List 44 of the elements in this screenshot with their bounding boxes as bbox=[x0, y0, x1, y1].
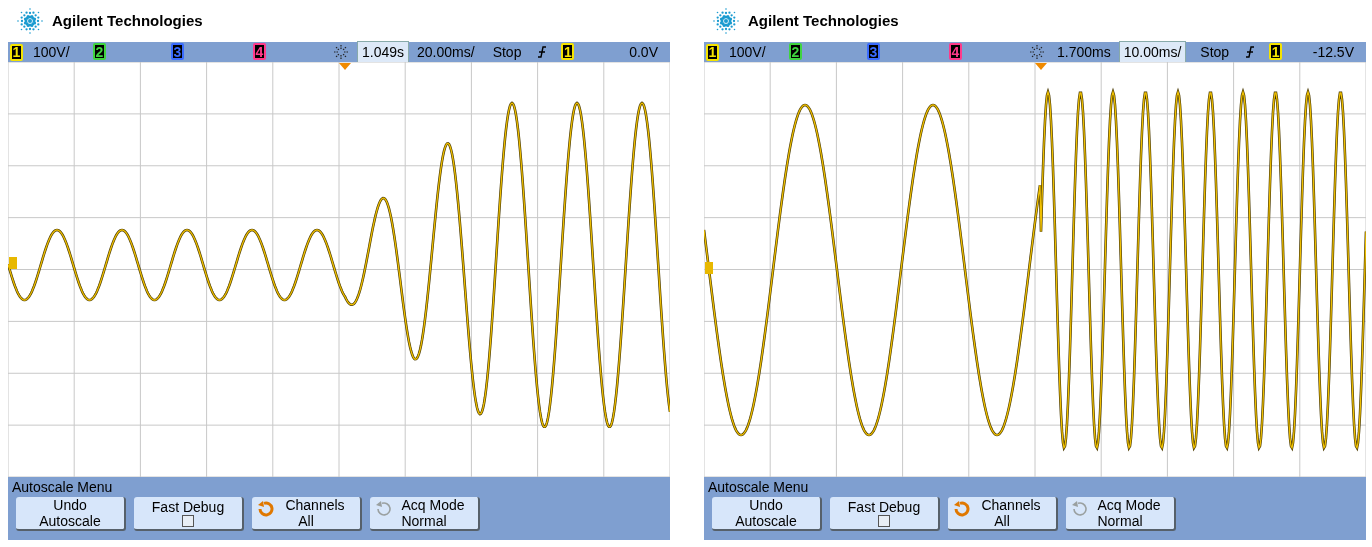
channel-badge: 1 bbox=[561, 43, 575, 60]
cycle-arrow-icon bbox=[1070, 500, 1090, 518]
trigger-level: -12.5V bbox=[1312, 42, 1355, 62]
cycle-option-button[interactable]: Channels All bbox=[252, 497, 362, 531]
cycle-arrow-icon bbox=[374, 500, 394, 518]
ground-marker-icon bbox=[9, 257, 17, 269]
fast-debug-button[interactable]: Fast Debug bbox=[134, 497, 244, 531]
timebase-value[interactable]: 10.00ms/ bbox=[1118, 40, 1187, 64]
ground-marker-icon bbox=[705, 262, 713, 274]
delay-value[interactable]: 1.700ms bbox=[1053, 41, 1115, 63]
run-state: Stop bbox=[1200, 42, 1230, 62]
undo-autoscale-button[interactable]: Undo Autoscale bbox=[712, 497, 822, 531]
run-state: Stop bbox=[492, 42, 522, 62]
channel-badge: 1 bbox=[1269, 43, 1283, 60]
channel-badge: 3 bbox=[171, 43, 184, 60]
channel-badge: 4 bbox=[253, 43, 266, 60]
brand-name: Agilent Technologies bbox=[52, 10, 203, 31]
channel-badge: 1 bbox=[10, 43, 23, 61]
brand-name: Agilent Technologies bbox=[748, 10, 899, 31]
fast-debug-button[interactable]: Fast Debug bbox=[830, 497, 940, 531]
timebase-value[interactable]: 20.00ms/ bbox=[413, 41, 479, 63]
channel-scale: 100V/ bbox=[33, 42, 71, 62]
channel-badge: 2 bbox=[789, 43, 802, 60]
undo-autoscale-button[interactable]: Undo Autoscale bbox=[16, 497, 126, 531]
trigger-level: 0.0V bbox=[629, 42, 659, 62]
cycle-arrow-icon bbox=[256, 500, 276, 518]
cycle-arrow-icon bbox=[952, 500, 972, 518]
channel-badge: 1 bbox=[706, 43, 719, 61]
delay-value[interactable]: 1.049s bbox=[357, 40, 410, 64]
cycle-option-button[interactable]: Channels All bbox=[948, 497, 1058, 531]
acquisition-icon bbox=[333, 44, 349, 60]
channel-badge: 4 bbox=[949, 43, 962, 60]
spark-logo-icon bbox=[16, 7, 44, 35]
channel-badge: 2 bbox=[93, 43, 106, 60]
channel-scale: 100V/ bbox=[729, 42, 767, 62]
menu-title: Autoscale Menu bbox=[708, 478, 810, 497]
checkbox[interactable] bbox=[878, 515, 890, 527]
rising-edge-icon bbox=[537, 45, 548, 59]
acquisition-icon bbox=[1029, 44, 1045, 60]
rising-edge-icon bbox=[1245, 45, 1256, 59]
menu-title: Autoscale Menu bbox=[12, 478, 114, 497]
channel-badge: 3 bbox=[867, 43, 880, 60]
spark-logo-icon bbox=[712, 7, 740, 35]
checkbox[interactable] bbox=[182, 515, 194, 527]
